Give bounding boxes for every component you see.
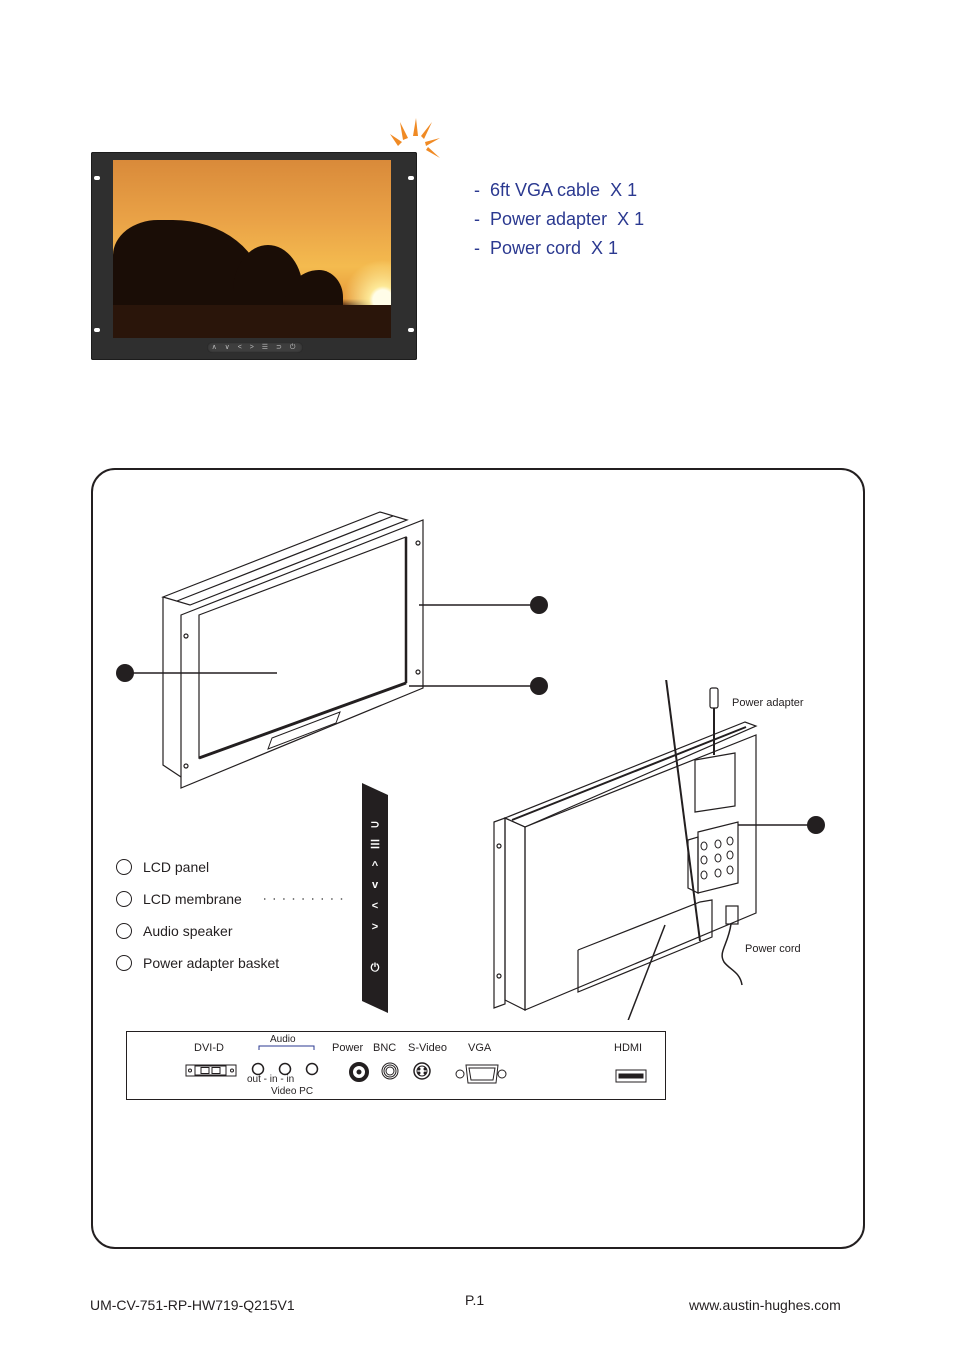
left-icon: < bbox=[371, 900, 379, 912]
accessory-item: - Power cord X 1 bbox=[474, 238, 619, 258]
mount-hole bbox=[94, 328, 100, 332]
mount-hole bbox=[408, 176, 414, 180]
legend-label: Audio speaker bbox=[143, 923, 233, 939]
legend-label: LCD membrane bbox=[143, 891, 242, 907]
connector-icons bbox=[185, 1045, 647, 1084]
return-icon: ⊃ bbox=[370, 819, 380, 831]
legend-item-lcd-membrane: LCD membrane bbox=[116, 889, 242, 909]
legend-item-power-adapter-basket: Power adapter basket bbox=[116, 953, 279, 973]
bnc-port-icon bbox=[381, 1062, 399, 1080]
legend-item-audio-speaker: Audio speaker bbox=[116, 921, 233, 941]
callout-dot bbox=[807, 816, 825, 834]
legend-label: LCD panel bbox=[143, 859, 210, 875]
down-icon: v bbox=[371, 879, 379, 891]
website-link[interactable]: www.austin-hughes.com bbox=[689, 1297, 841, 1313]
power-icon: ⏻ bbox=[370, 962, 380, 974]
dvi-port-icon bbox=[185, 1064, 237, 1077]
dotted-leader bbox=[264, 898, 350, 900]
mount-hole bbox=[94, 176, 100, 180]
power-port-icon bbox=[349, 1062, 369, 1082]
sun-icon bbox=[390, 118, 440, 158]
page-number: P.1 bbox=[465, 1292, 485, 1308]
power-cord-label: Power cord bbox=[745, 943, 801, 955]
power-adapter-label: Power adapter bbox=[732, 697, 804, 709]
monitor-photo: ∧ ∨ < > ☰ ⊃ ⏻ bbox=[91, 152, 417, 360]
accessory-item: - 6ft VGA cable X 1 bbox=[474, 180, 638, 200]
menu-icon: ☰ bbox=[370, 839, 380, 851]
legend-label: Power adapter basket bbox=[143, 955, 280, 971]
front-control-buttons: ∧ ∨ < > ☰ ⊃ ⏻ bbox=[207, 342, 303, 353]
callout-dot bbox=[530, 596, 548, 614]
right-icon: > bbox=[371, 921, 379, 933]
up-icon: ^ bbox=[371, 860, 379, 872]
audio-jack-icon bbox=[251, 1062, 319, 1076]
mount-hole bbox=[408, 328, 414, 332]
io-connector-panel: DVI-D Audio out - in - in Video PC Power… bbox=[126, 1031, 666, 1100]
accessory-item: - Power adapter X 1 bbox=[474, 209, 645, 229]
hdmi-port-icon bbox=[615, 1069, 647, 1083]
lcd-membrane-strip: ⊃ ☰ ^ v < > ⏻ bbox=[362, 783, 388, 1013]
accessory-list: - 6ft VGA cable X 1 - Power adapter X 1 … bbox=[474, 176, 794, 263]
vga-port-icon bbox=[455, 1064, 507, 1084]
legend-circle-icon bbox=[116, 859, 132, 875]
sunset-screen-image bbox=[113, 160, 391, 338]
callout-dot bbox=[116, 664, 134, 682]
rear-view-drawing bbox=[493, 680, 825, 1020]
document-code: UM-CV-751-RP-HW719-Q215V1 bbox=[90, 1297, 295, 1313]
legend-circle-icon bbox=[116, 955, 132, 971]
legend-item-lcd-panel: LCD panel bbox=[116, 857, 209, 877]
legend-circle-icon bbox=[116, 891, 132, 907]
legend-circle-icon bbox=[116, 923, 132, 939]
svideo-port-icon bbox=[413, 1062, 431, 1080]
